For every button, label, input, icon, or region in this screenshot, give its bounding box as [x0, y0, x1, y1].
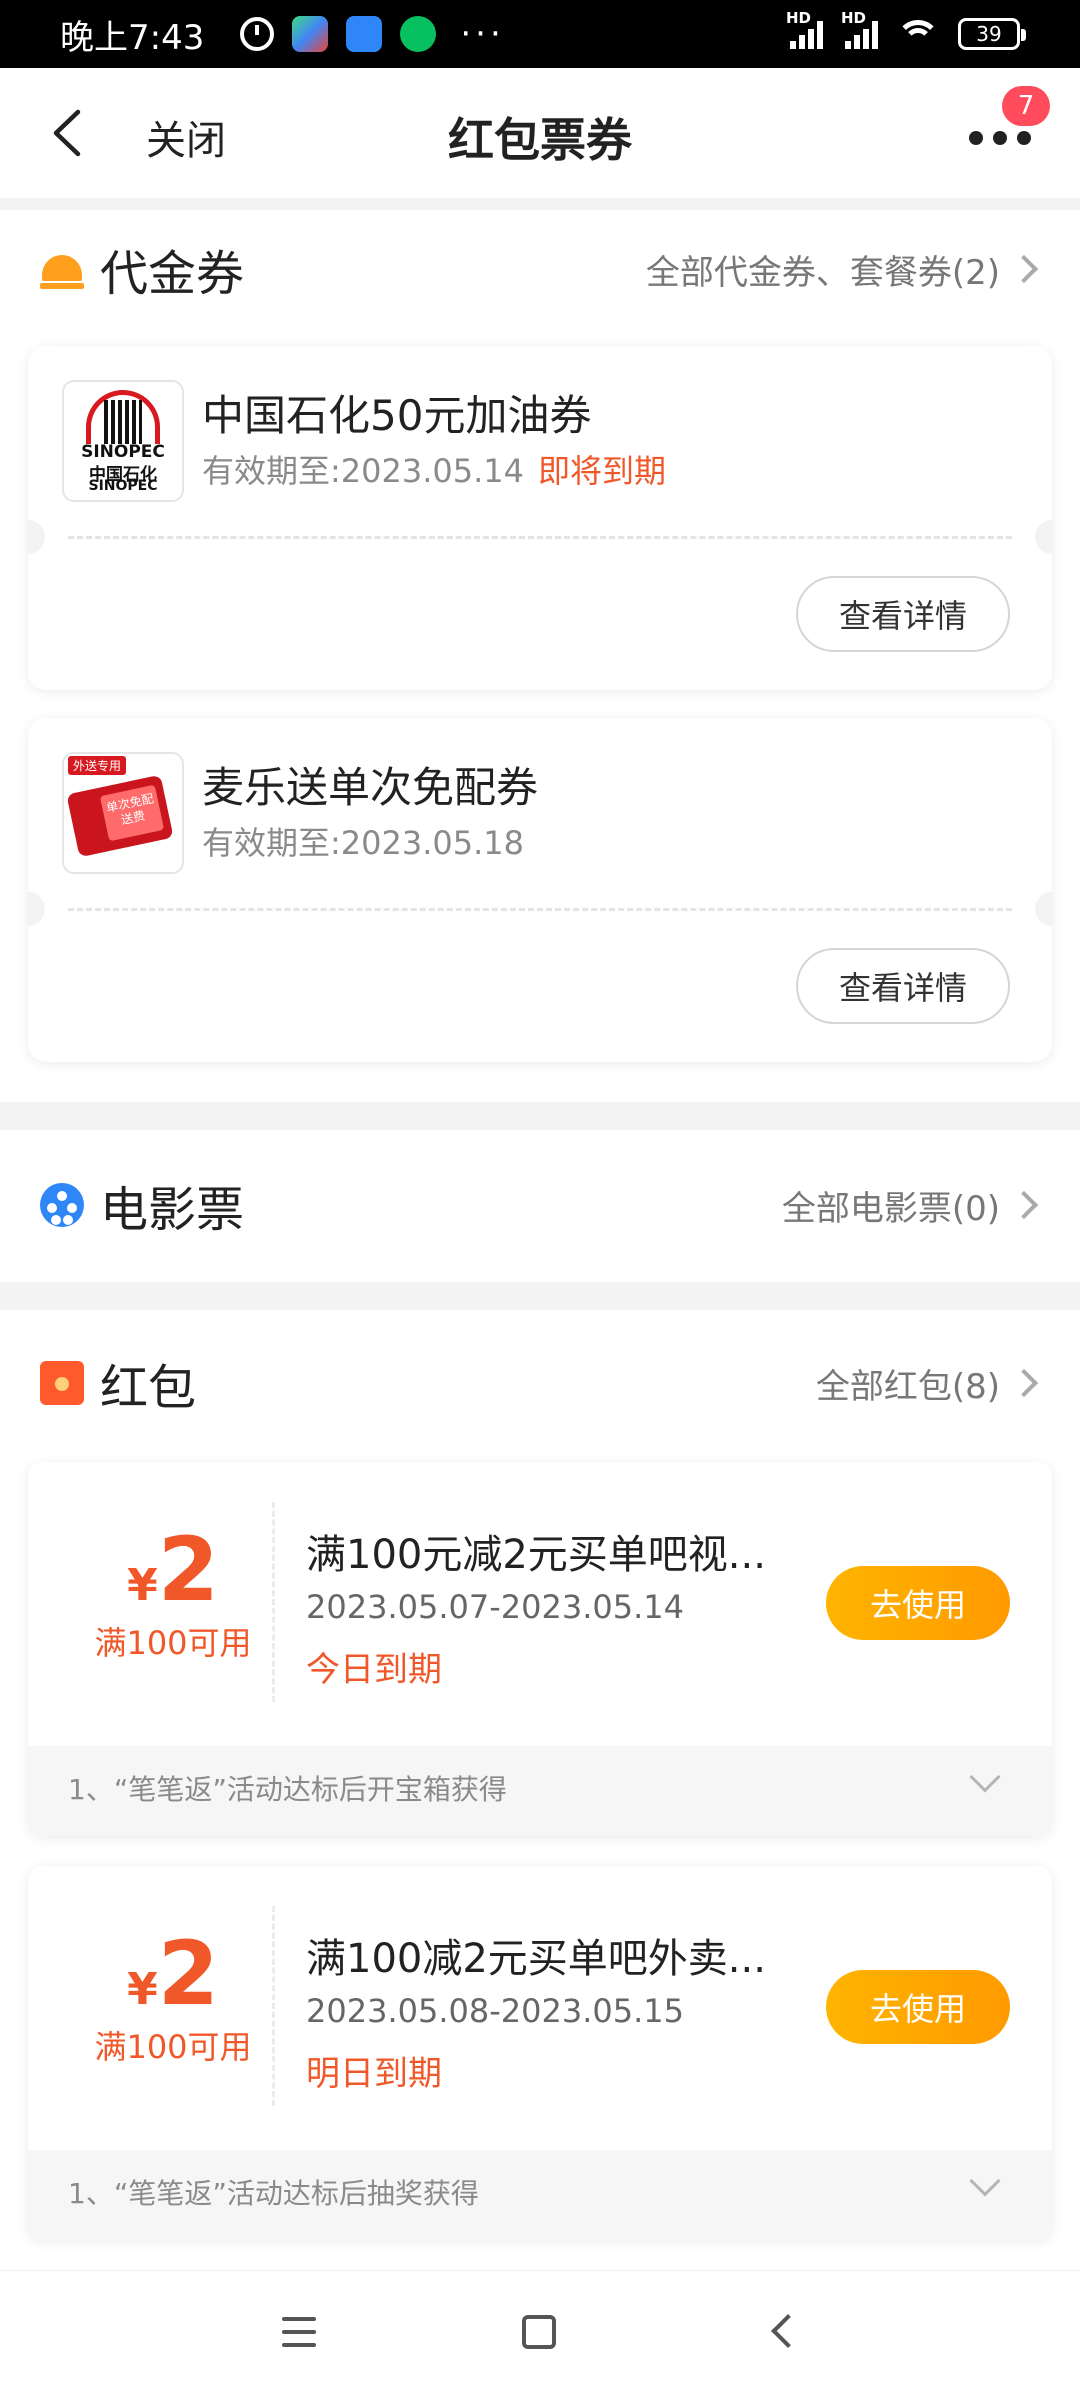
sinopec-logo-en: SINOPEC: [81, 442, 165, 462]
status-left: 晚上7:43 ···: [60, 10, 505, 59]
red-packet-note[interactable]: 1、“笔笔返”活动达标后开宝箱获得: [28, 1746, 1052, 1836]
dashed-separator: [272, 1906, 275, 2106]
expiring-soon-label: 即将到期: [538, 452, 667, 490]
usage-condition: 满100可用: [94, 1624, 252, 1662]
status-time: 晚上7:43: [60, 17, 205, 58]
currency-symbol: ¥: [127, 1964, 158, 2015]
red-packet-amount: ¥2: [68, 1930, 278, 2018]
red-packet-section-header: 红包 全部红包(8): [0, 1328, 1080, 1438]
red-packet-card[interactable]: ¥2 满100可用 满100减2元买单吧外卖... 2023.05.08-202…: [28, 1866, 1052, 2240]
system-navigation-bar: [0, 2270, 1080, 2400]
usage-condition: 满100可用: [94, 2028, 252, 2066]
section-divider: [0, 1282, 1080, 1310]
alarm-icon: [240, 17, 275, 51]
chevron-right-icon: [1009, 1368, 1039, 1398]
red-packet-note-text: 1、“笔笔返”活动达标后抽奖获得: [68, 2177, 479, 2210]
red-packet-card[interactable]: ¥2 满100可用 满100元减2元买单吧视... 2023.05.07-202…: [28, 1462, 1052, 1836]
section-divider: [0, 1102, 1080, 1130]
mcdelivery-logo: 单次免配送费 外送专用: [62, 752, 184, 874]
voucher-card[interactable]: SINOPEC 中国石化 SINOPEC 中国石化50元加油券 有效期至:202…: [28, 346, 1052, 690]
ticket-notch: [28, 520, 45, 554]
section-divider: [0, 198, 1080, 210]
expire-label: 明日到期: [306, 2054, 442, 2094]
amount-value: 2: [157, 1922, 219, 2025]
voucher-validity: 有效期至:2023.05.18: [202, 818, 524, 864]
movie-section-title: 电影票: [100, 1182, 245, 1238]
page-title: 红包票券: [448, 113, 632, 167]
chevron-down-icon[interactable]: [969, 2165, 1001, 2197]
red-packet-icon: [40, 1361, 84, 1405]
voucher-bell-icon: [40, 247, 84, 291]
voucher-name: 麦乐送单次免配券: [202, 763, 539, 812]
currency-symbol: ¥: [127, 1560, 158, 1611]
chevron-right-icon: [1009, 1190, 1039, 1220]
voucher-name: 中国石化50元加油券: [202, 391, 592, 440]
wechat-icon: [400, 16, 437, 52]
more-dot-icon: [993, 131, 1007, 145]
notification-badge: 7: [1002, 86, 1050, 126]
use-now-button[interactable]: 去使用: [826, 1566, 1010, 1640]
status-bar: 晚上7:43 ··· HD HD 39: [0, 0, 1080, 68]
film-reel-icon: [40, 1183, 84, 1227]
red-packet-amount: ¥2: [68, 1526, 278, 1614]
chevron-right-icon: [1009, 254, 1039, 284]
sinopec-bars-icon: [104, 400, 142, 444]
movie-section-header: 电影票 全部电影票(0): [0, 1150, 1080, 1260]
sinopec-logo: SINOPEC 中国石化 SINOPEC: [62, 380, 184, 502]
all-movie-tickets-link[interactable]: 全部电影票(0): [782, 1181, 1040, 1230]
dashed-divider: [68, 536, 1012, 539]
amount-value: 2: [157, 1518, 219, 1621]
red-packet-note[interactable]: 1、“笔笔返”活动达标后抽奖获得: [28, 2150, 1052, 2240]
signal-2-icon: HD: [841, 9, 878, 49]
signal-1-icon: HD: [786, 9, 823, 49]
play-store-icon: [292, 16, 329, 52]
voucher-section-title: 代金券: [100, 246, 245, 302]
voucher-validity: 有效期至:2023.05.14 即将到期: [202, 446, 666, 492]
voucher-card[interactable]: 单次免配送费 外送专用 麦乐送单次免配券 有效期至:2023.05.18 查看详…: [28, 718, 1052, 1062]
network-2-label: HD: [841, 9, 867, 27]
all-red-packets-link[interactable]: 全部红包(8): [816, 1359, 1040, 1408]
red-packet-date-range: 2023.05.08-2023.05.15: [306, 1992, 684, 2030]
more-notifications-icon: ···: [460, 14, 505, 54]
home-icon[interactable]: [522, 2315, 556, 2349]
mcdelivery-tag: 外送专用: [68, 756, 127, 775]
battery-icon: 39: [958, 18, 1026, 50]
voucher-section-header: 代金券 全部代金券、套餐券(2): [0, 214, 1080, 324]
ticket-notch: [28, 892, 45, 926]
view-details-button[interactable]: 查看详情: [796, 948, 1010, 1024]
all-movie-tickets-link-label: 全部电影票(0): [781, 1188, 1000, 1229]
dashed-divider: [68, 908, 1012, 911]
ticket-notch: [1035, 892, 1052, 926]
all-red-packets-link-label: 全部红包(8): [815, 1366, 1000, 1407]
view-details-button[interactable]: 查看详情: [796, 576, 1010, 652]
more-dot-icon: [1017, 131, 1031, 145]
all-vouchers-link-label: 全部代金券、套餐券(2): [645, 252, 1000, 293]
all-vouchers-link[interactable]: 全部代金券、套餐券(2): [646, 245, 1040, 294]
mcdelivery-logo-graphic: 单次免配送费 外送专用: [64, 754, 182, 872]
red-packet-date-range: 2023.05.07-2023.05.14: [306, 1588, 684, 1626]
wifi-icon: [896, 18, 940, 50]
ticket-notch: [1035, 520, 1052, 554]
back-icon[interactable]: [771, 2314, 805, 2348]
battery-level: 39: [976, 22, 1002, 46]
chevron-down-icon[interactable]: [969, 1761, 1001, 1793]
voucher-validity-text: 有效期至:2023.05.14: [202, 452, 525, 490]
nav-bar: 关闭 红包票券 7: [0, 68, 1080, 198]
app-notification-icon: [346, 16, 383, 52]
red-packet-note-text: 1、“笔笔返”活动达标后开宝箱获得: [68, 1773, 507, 1806]
red-packet-section-title: 红包: [100, 1360, 197, 1416]
more-dot-icon: [969, 131, 983, 145]
expire-label: 今日到期: [306, 1650, 442, 1690]
sinopec-logo-graphic: SINOPEC 中国石化 SINOPEC: [64, 382, 182, 500]
red-packet-title: 满100减2元买单吧外卖...: [306, 1936, 766, 1982]
dashed-separator: [272, 1502, 275, 1702]
recent-apps-icon[interactable]: [282, 2317, 316, 2347]
status-right: HD HD 39: [786, 9, 1026, 50]
network-1-label: HD: [786, 9, 812, 27]
use-now-button[interactable]: 去使用: [826, 1970, 1010, 2044]
voucher-validity-text: 有效期至:2023.05.18: [202, 824, 525, 862]
red-packet-title: 满100元减2元买单吧视...: [306, 1532, 766, 1578]
sinopec-logo-en-small: SINOPEC: [88, 478, 158, 494]
